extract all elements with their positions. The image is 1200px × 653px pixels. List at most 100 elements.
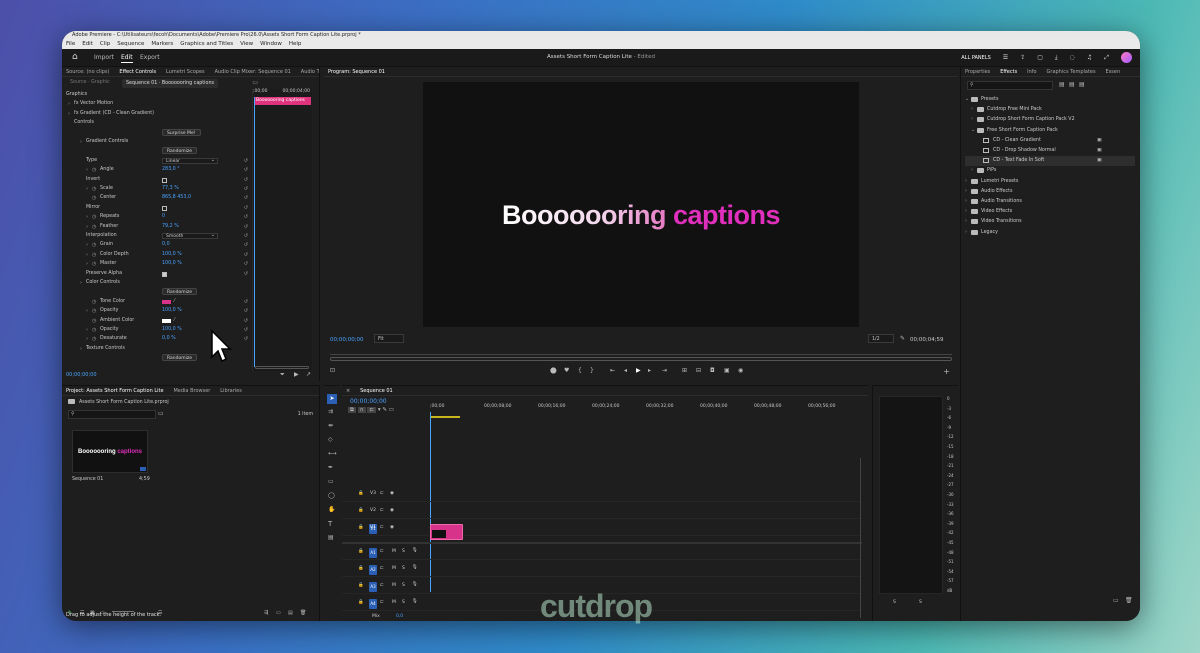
microphone-icon[interactable]: 🎙	[412, 548, 418, 553]
audio-track-target[interactable]: A3	[369, 582, 377, 592]
ec-playhead[interactable]	[254, 97, 255, 367]
add-button-icon[interactable]: +	[943, 367, 950, 376]
mark-out-icon[interactable]: }	[590, 367, 594, 374]
reset-icon[interactable]: ↺	[244, 166, 248, 174]
captions-icon[interactable]: ▭	[389, 407, 394, 413]
fullscreen-icon[interactable]: ⤢	[1104, 54, 1109, 62]
microphone-icon[interactable]: 🎙	[412, 599, 418, 604]
effect-mini-timeline[interactable]: ;00;00 00;00;04;00 Booooooring captions	[252, 89, 312, 371]
avatar[interactable]	[1121, 52, 1132, 63]
reset-icon[interactable]: ↺	[244, 326, 248, 334]
ec-value[interactable]: 0,0 %	[162, 335, 176, 343]
effects-tree-item[interactable]: › Video Effects	[965, 207, 1135, 217]
sequence-name[interactable]: Sequence 01	[72, 477, 103, 482]
effects-tree-item[interactable]: › Audio Effects	[965, 187, 1135, 197]
twirl-icon[interactable]: ›	[86, 307, 88, 315]
export-icon[interactable]: ↗	[306, 371, 311, 378]
timeline-vscroll[interactable]	[860, 458, 864, 618]
twirl-icon[interactable]: ›	[86, 185, 88, 193]
stopwatch-icon[interactable]: ◷	[92, 185, 96, 193]
add-marker-icon[interactable]: ⬤	[550, 367, 557, 374]
reset-icon[interactable]: ↺	[244, 176, 248, 184]
sync-lock-icon[interactable]: ⊏	[380, 600, 384, 605]
reset-icon[interactable]: ↺	[244, 204, 248, 212]
progress-icon[interactable]: ◌	[1070, 54, 1075, 61]
effects-tree-item[interactable]: › Legacy	[965, 228, 1135, 238]
reset-icon[interactable]: ↺	[244, 298, 248, 306]
microphone-icon[interactable]: 🎙	[412, 582, 418, 587]
reset-icon[interactable]: ↺	[244, 232, 248, 240]
tab-libraries[interactable]: Libraries	[216, 386, 246, 395]
effects-tree-item[interactable]: › Video Transitions	[965, 217, 1135, 227]
twirl-icon[interactable]: ›	[965, 217, 967, 227]
ec-value[interactable]: 0,0	[162, 241, 170, 249]
play-icon[interactable]: ▶	[636, 367, 641, 374]
solo-left[interactable]: S	[893, 600, 896, 605]
reset-icon[interactable]: ↺	[244, 194, 248, 202]
stopwatch-icon[interactable]: ◷	[92, 166, 96, 174]
audio-track[interactable]: 🔒 A1 ⊏ M S 🎙	[342, 544, 862, 560]
marker-icon[interactable]: ♥	[564, 367, 569, 374]
ec-value[interactable]: 865,8 453,0	[162, 194, 191, 202]
ec-checkbox[interactable]	[162, 205, 167, 211]
ec-value[interactable]: 77,3 %	[162, 185, 179, 193]
eye-icon[interactable]: ◉	[390, 508, 394, 513]
panel-options-icon[interactable]: ▭	[252, 79, 258, 86]
stopwatch-icon[interactable]: ◷	[92, 194, 96, 202]
mute-toggle[interactable]: M	[392, 600, 396, 605]
ec-value[interactable]: 283,0 °	[162, 166, 180, 174]
sync-lock-icon[interactable]: ⊏	[380, 549, 384, 554]
stopwatch-icon[interactable]: ◷	[92, 251, 96, 259]
randomize-button[interactable]: Randomize	[162, 147, 198, 155]
fit-dropdown[interactable]: Fit	[374, 334, 404, 343]
menu-window[interactable]: Window	[260, 41, 282, 47]
randomize-button[interactable]: Randomize	[162, 288, 198, 296]
twirl-icon[interactable]: ›	[965, 187, 967, 197]
nest-icon[interactable]: ⧉	[348, 407, 356, 413]
hand-icon[interactable]: ✋	[328, 506, 335, 513]
ellipse-icon[interactable]: ◯	[328, 492, 335, 499]
ec-clip-bar[interactable]: Booooooring captions	[254, 97, 311, 105]
lock-icon[interactable]: 🔒	[358, 566, 364, 571]
program-zoom-bar[interactable]	[330, 357, 952, 361]
sync-lock-icon[interactable]: ⊏	[380, 566, 384, 571]
menu-markers[interactable]: Markers	[151, 41, 173, 47]
audio-track-target[interactable]: A1	[369, 548, 377, 558]
twirl-icon[interactable]: ›	[86, 335, 88, 343]
eyedropper-icon[interactable]: ⁄	[174, 317, 175, 325]
twirl-icon[interactable]: ›	[971, 105, 973, 115]
yuv-effects-icon[interactable]: ▤	[1079, 81, 1085, 88]
automate-icon[interactable]: ⇶	[264, 610, 268, 616]
sync-lock-icon[interactable]: ⊏	[380, 525, 384, 530]
accelerated-effects-icon[interactable]: ▤	[1059, 81, 1065, 88]
twirl-icon[interactable]: ›	[68, 100, 70, 108]
close-tab-icon[interactable]: ×	[342, 386, 354, 395]
ec-value[interactable]: 100,0 %	[162, 251, 182, 259]
go-to-in-icon[interactable]: ⇤	[610, 367, 615, 374]
timeline-timecode[interactable]: 00;00;00;00	[350, 398, 387, 405]
tab-lumetri-scopes[interactable]: Lumetri Scopes	[162, 67, 209, 76]
reset-icon[interactable]: ↺	[244, 157, 248, 165]
mute-toggle[interactable]: M	[392, 566, 396, 571]
stopwatch-icon[interactable]: ◷	[92, 307, 96, 315]
tab-info[interactable]: Info	[1023, 67, 1040, 76]
wrench-icon[interactable]: ✎	[900, 335, 905, 342]
type-tool-icon[interactable]: T	[328, 520, 332, 528]
twirl-icon[interactable]: ›	[86, 223, 88, 231]
work-area-bar[interactable]	[430, 416, 460, 418]
twirl-icon[interactable]: ›	[965, 207, 967, 217]
chat-icon[interactable]: ▢	[1037, 54, 1043, 61]
lock-icon[interactable]: 🔒	[358, 491, 364, 496]
audio-track-target[interactable]: A2	[369, 565, 377, 575]
lock-icon[interactable]: 🔒	[358, 583, 364, 588]
microphone-icon[interactable]: 🎙	[412, 565, 418, 570]
tab-project[interactable]: Project: Assets Short Form Caption Lite	[62, 386, 168, 395]
sync-lock-icon[interactable]: ⊏	[380, 583, 384, 588]
effects-tree-item[interactable]: ⌄ Presets	[965, 95, 1135, 105]
program-timeruler[interactable]	[330, 349, 952, 355]
ec-checkbox[interactable]	[162, 271, 167, 277]
razor-icon[interactable]: ◇	[328, 436, 333, 443]
vr-icon[interactable]: ◉	[738, 367, 743, 374]
lock-icon[interactable]: 🔒	[358, 549, 364, 554]
stopwatch-icon[interactable]: ◷	[92, 213, 96, 221]
